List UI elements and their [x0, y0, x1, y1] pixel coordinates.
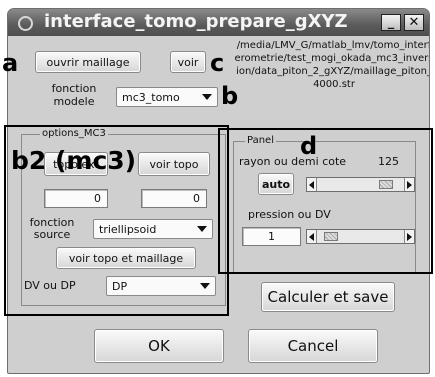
model-function-value: mc3_tomo — [122, 90, 180, 104]
ok-button[interactable]: OK — [94, 329, 224, 363]
open-mesh-button[interactable]: ouvrir maillage — [35, 51, 141, 73]
calculate-save-button[interactable]: Calculer et save — [261, 282, 395, 312]
view-button[interactable]: voir — [170, 51, 206, 73]
annotation-c: c — [210, 49, 225, 77]
window-menu-icon[interactable] — [18, 16, 33, 31]
annotation-box-panel — [218, 128, 433, 274]
close-button[interactable]: ✕ — [404, 14, 424, 31]
title-bar[interactable]: interface_tomo_prepare_gXYZ _ ✕ — [8, 9, 429, 36]
annotation-b2: b2 (mc3) — [11, 146, 137, 175]
file-path-text: /media/LMV_G/matlab_lmv/tomo_interferome… — [234, 40, 430, 90]
window-title: interface_tomo_prepare_gXYZ — [44, 11, 348, 32]
cancel-button[interactable]: Cancel — [248, 329, 378, 363]
annotation-a: a — [2, 49, 19, 77]
model-function-select[interactable]: mc3_tomo — [116, 87, 218, 107]
annotation-b: b — [221, 82, 239, 110]
model-function-label: fonction modele — [51, 82, 97, 108]
chevron-down-icon — [202, 94, 212, 100]
minimize-button[interactable]: _ — [381, 14, 401, 31]
